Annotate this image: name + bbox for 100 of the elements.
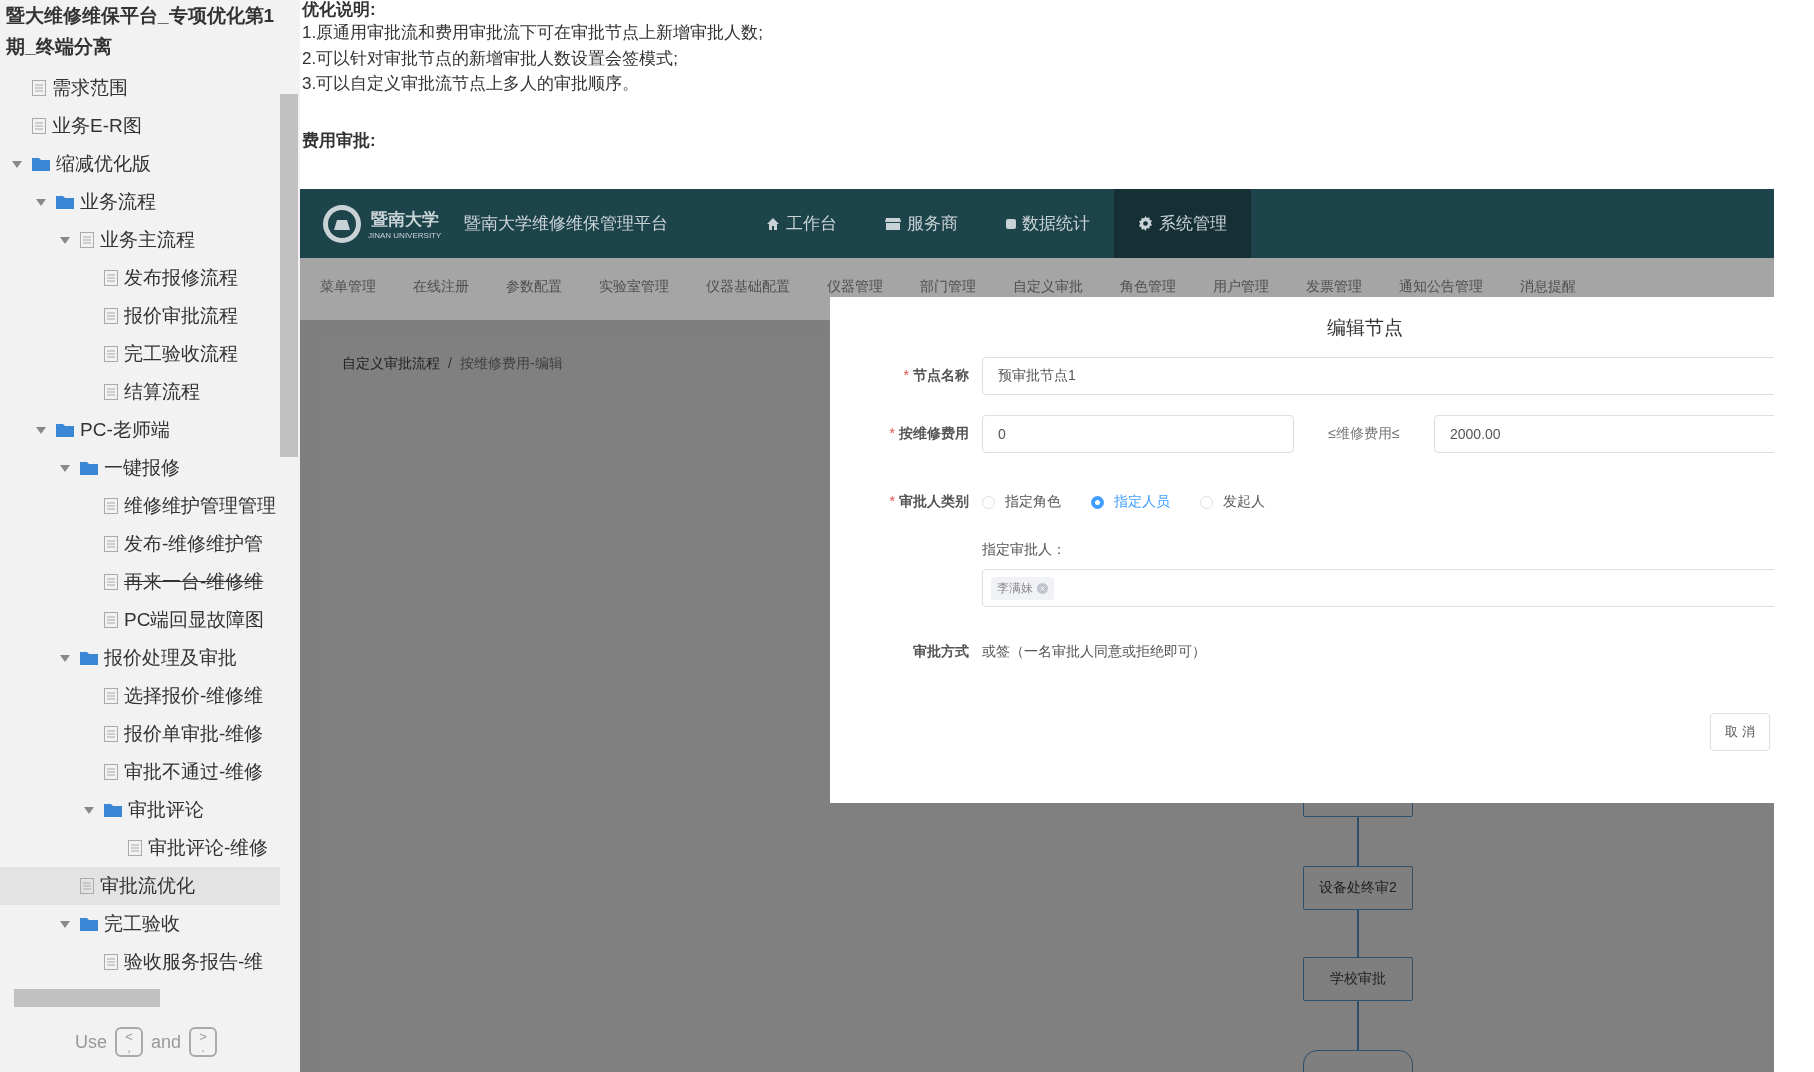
hint-text: and <box>151 1031 182 1053</box>
tree-item[interactable]: 业务流程 <box>0 183 280 221</box>
expand-caret-icon[interactable] <box>84 806 94 814</box>
tree-item[interactable]: 一键报修 <box>0 449 280 487</box>
expand-caret-icon[interactable] <box>36 198 46 206</box>
tree-item[interactable]: 审批不通过-维修 <box>0 753 280 791</box>
page-icon <box>104 954 118 970</box>
flow-node: 设备处终审2 <box>1303 866 1413 910</box>
tree-item[interactable]: 发布-维修维护管 <box>0 525 280 563</box>
input-field[interactable]: 预审批节点1 <box>982 357 1774 395</box>
platform-title: 暨南大学维修维保管理平台 <box>464 213 669 235</box>
page-icon <box>104 612 118 628</box>
range-label: ≤维修费用≤ <box>1327 425 1401 443</box>
tree-item[interactable]: 审批评论 <box>0 791 280 829</box>
field-caption: 指定审批人： <box>982 541 1067 559</box>
tree-item[interactable]: 验收服务报告-维 <box>0 943 280 981</box>
expand-caret-icon[interactable] <box>12 160 22 168</box>
page-icon <box>32 80 46 96</box>
page-icon <box>80 878 94 894</box>
menu-item[interactable]: 菜单管理 <box>320 278 376 296</box>
breadcrumb-separator: / <box>448 355 452 373</box>
nav-tab[interactable]: 系统管理 <box>1114 189 1251 258</box>
description-line: 1.原通用审批流和费用审批流下可在审批节点上新增审批人数; <box>302 22 764 44</box>
menu-item[interactable]: 部门管理 <box>920 278 976 296</box>
page-icon <box>80 232 94 248</box>
connector-line <box>1357 817 1359 866</box>
tree-item[interactable]: 发布报修流程 <box>0 259 280 297</box>
tree-item[interactable]: 报价单审批-维修 <box>0 715 280 753</box>
nav-tab[interactable]: 服务商 <box>861 189 982 258</box>
logo-subtext: JINAN UNIVERSITY <box>368 230 442 240</box>
input-field[interactable]: 2000.00 <box>1434 415 1774 453</box>
logo-text: 暨南大学 <box>370 207 439 231</box>
tree-item[interactable]: 完工验收流程 <box>0 335 280 373</box>
page-icon <box>104 764 118 780</box>
tree-item[interactable]: 选择报价-维修维 <box>0 677 280 715</box>
tree-item[interactable]: 报价处理及审批 <box>0 639 280 677</box>
menu-item[interactable]: 仪器管理 <box>827 278 883 296</box>
tree-item[interactable]: 维修维护管理管理 <box>0 487 280 525</box>
settings-icon <box>1138 216 1153 231</box>
tree-item[interactable]: 再来一台-维修维 <box>0 563 280 601</box>
nav-tab[interactable]: 数据统计 <box>982 189 1114 258</box>
menu-item[interactable]: 在线注册 <box>413 278 469 296</box>
tree-item[interactable]: 结算流程 <box>0 373 280 411</box>
radio-icon[interactable] <box>1091 495 1104 509</box>
emblem-icon <box>322 203 362 244</box>
folder-icon <box>80 651 98 665</box>
field-label: * 节点名称 <box>902 367 970 385</box>
tree-item[interactable]: 需求范围 <box>0 69 280 107</box>
expand-caret-icon[interactable] <box>60 464 70 472</box>
key-cap: > . <box>189 1027 218 1057</box>
expand-caret-icon[interactable] <box>60 236 70 244</box>
close-icon[interactable] <box>1037 582 1048 594</box>
folder-icon <box>56 423 74 437</box>
expand-caret-icon[interactable] <box>36 426 46 434</box>
tree-item[interactable]: 审批流优化 <box>0 867 280 905</box>
section-heading: 费用审批: <box>302 129 377 152</box>
radio-option[interactable]: 指定角色 <box>982 493 1061 511</box>
dialog-title: 编辑节点 <box>1326 316 1404 340</box>
menu-item[interactable]: 角色管理 <box>1120 278 1176 296</box>
tree-item[interactable]: PC-老师端 <box>0 411 280 449</box>
expand-caret-icon[interactable] <box>60 920 70 928</box>
store-icon <box>885 216 901 231</box>
page-icon <box>104 726 118 742</box>
section-heading: 优化说明: <box>302 0 377 20</box>
tree-item[interactable]: PC端回显故障图 <box>0 601 280 639</box>
page-icon <box>32 118 46 134</box>
nav-tab[interactable]: 工作台 <box>742 189 861 258</box>
page-icon <box>128 840 142 856</box>
field-value: 或签（一名审批人同意或拒绝即可） <box>982 643 1206 661</box>
page-icon <box>104 270 118 286</box>
folder-icon <box>80 461 98 475</box>
folder-icon <box>32 157 50 171</box>
menu-item[interactable]: 参数配置 <box>506 278 562 296</box>
tree-item[interactable]: 审批评论-维修 <box>0 829 280 867</box>
connector-line <box>1357 910 1359 957</box>
tree-item[interactable]: 完工验收 <box>0 905 280 943</box>
hint-text: Use <box>75 1031 107 1053</box>
project-title: 暨大维修维保平台_专项优化第1期_终端分离 <box>5 4 276 59</box>
home-icon <box>766 216 780 231</box>
folder-icon <box>104 803 122 817</box>
page-icon <box>104 308 118 324</box>
key-cap: < , <box>115 1027 143 1057</box>
folder-icon <box>56 195 74 209</box>
tree-item[interactable]: 报价审批流程 <box>0 297 280 335</box>
tree-item[interactable]: 业务主流程 <box>0 221 280 259</box>
tree-item[interactable]: 缩减优化版 <box>0 145 280 183</box>
radio-option[interactable]: 发起人 <box>1200 493 1265 511</box>
cancel-button[interactable]: 取 消 <box>1710 713 1770 751</box>
page-icon <box>104 574 118 590</box>
page-icon <box>104 688 118 704</box>
menu-item[interactable]: 用户管理 <box>1213 278 1269 296</box>
approver-tag: 李满妹 <box>991 576 1054 600</box>
input-field[interactable]: 0 <box>982 415 1294 453</box>
tree-item[interactable]: 业务E-R图 <box>0 107 280 145</box>
chart-icon <box>1006 218 1016 229</box>
breadcrumb-item[interactable]: 自定义审批流程 <box>342 355 440 1072</box>
connector-line <box>1357 1001 1359 1050</box>
expand-caret-icon[interactable] <box>60 654 70 662</box>
folder-icon <box>80 917 98 931</box>
flow-node: 学校审批 <box>1303 957 1413 1001</box>
